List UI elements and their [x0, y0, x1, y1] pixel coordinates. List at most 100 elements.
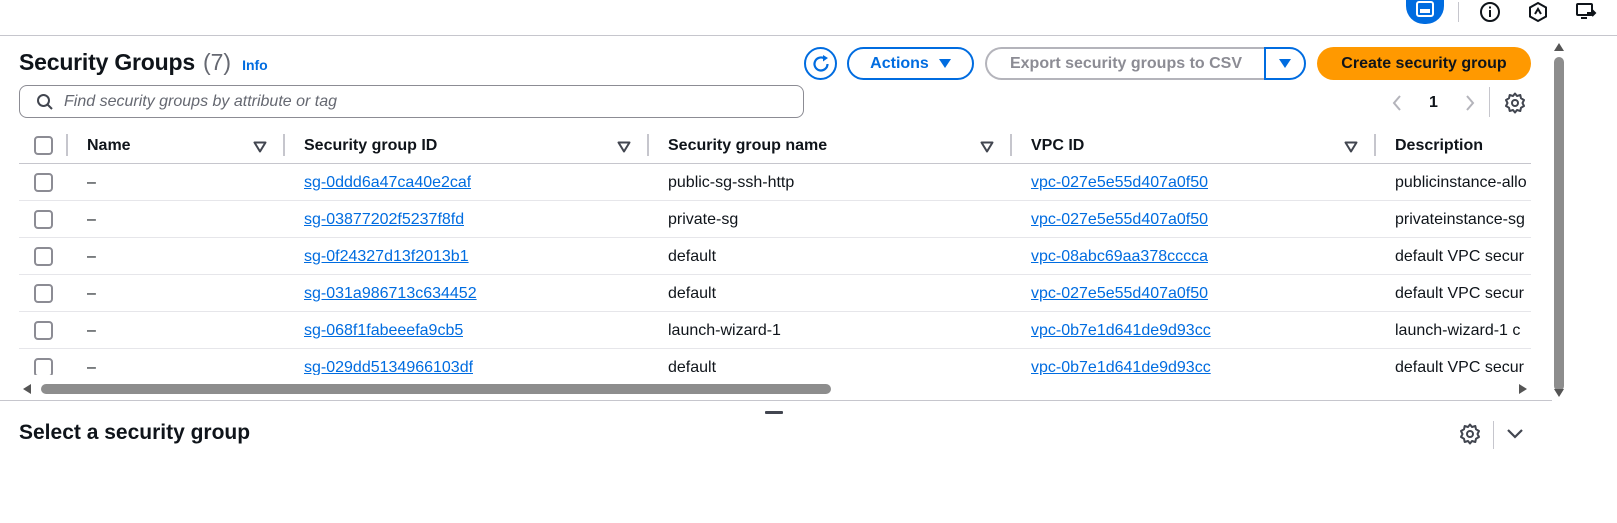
table-row[interactable]: – sg-0ddd6a47ca40e2caf public-sg-ssh-htt…: [19, 164, 1531, 201]
cell-name: –: [87, 247, 96, 265]
security-groups-panel: Security Groups (7) Info Actions Export …: [0, 37, 1600, 413]
table-row[interactable]: – sg-029dd5134966103df default vpc-0b7e1…: [19, 349, 1531, 375]
export-options-dropdown[interactable]: [1264, 47, 1306, 80]
cell-name: –: [87, 321, 96, 339]
refresh-icon: [812, 54, 829, 72]
cell-vpc-id[interactable]: vpc-0b7e1d641de9d93cc: [1031, 312, 1211, 349]
cell-security-group-id[interactable]: sg-0ddd6a47ca40e2caf: [304, 164, 471, 201]
cell-description: launch-wizard-1 c: [1395, 321, 1521, 339]
cell-vpc-id[interactable]: vpc-027e5e55d407a0f50: [1031, 201, 1208, 238]
actions-dropdown-button[interactable]: Actions: [847, 47, 974, 80]
cell-name: –: [87, 284, 96, 302]
cell-name: –: [87, 173, 96, 191]
security-groups-table: Name Security group ID Security group na…: [19, 128, 1531, 375]
vertical-scrollbar[interactable]: [1552, 37, 1567, 401]
scroll-up-icon[interactable]: [1554, 43, 1564, 51]
cell-security-group-id[interactable]: sg-031a986713c634452: [304, 275, 477, 312]
sort-caret-icon[interactable]: [617, 141, 631, 153]
screen-share-icon[interactable]: [1569, 0, 1603, 24]
column-header-security-group-name[interactable]: Security group name: [668, 128, 827, 164]
sort-caret-icon[interactable]: [1344, 141, 1358, 153]
create-label: Create security group: [1341, 54, 1507, 72]
info-circle-icon[interactable]: [1473, 0, 1507, 24]
cell-vpc-id[interactable]: vpc-027e5e55d407a0f50: [1031, 275, 1208, 312]
actions-label: Actions: [870, 54, 929, 72]
select-all-checkbox[interactable]: [34, 136, 53, 155]
column-divider: [283, 134, 285, 156]
previous-page-icon[interactable]: [1385, 91, 1409, 115]
sort-caret-icon[interactable]: [253, 141, 267, 153]
cell-name: –: [87, 358, 96, 376]
top-icon-group: [1406, 0, 1603, 24]
refresh-button[interactable]: [804, 47, 837, 80]
pagination: 1: [1385, 89, 1482, 117]
info-link[interactable]: Info: [242, 57, 268, 73]
column-divider: [647, 134, 649, 156]
details-separator: [1493, 421, 1494, 449]
cell-security-group-name: default: [668, 358, 717, 376]
split-panel-divider: [0, 400, 1552, 401]
export-csv-label: Export security groups to CSV: [1009, 54, 1243, 72]
horizontal-scrollbar[interactable]: [19, 383, 1531, 395]
table-row[interactable]: – sg-03877202f5237f8fd private-sg vpc-02…: [19, 201, 1531, 238]
cell-security-group-id[interactable]: sg-029dd5134966103df: [304, 349, 473, 376]
table-header: Name Security group ID Security group na…: [19, 128, 1531, 164]
cell-security-group-name: launch-wizard-1: [668, 321, 781, 339]
row-checkbox[interactable]: [34, 321, 53, 340]
cell-description: privateinstance-sg: [1395, 210, 1525, 228]
caret-down-icon: [938, 59, 951, 68]
cell-vpc-id[interactable]: vpc-08abc69aa378cccca: [1031, 238, 1208, 275]
panel-layout-icon[interactable]: [1406, 0, 1444, 24]
details-panel-title: Select a security group: [19, 421, 251, 444]
column-divider: [1010, 134, 1012, 156]
next-page-icon[interactable]: [1458, 91, 1482, 115]
column-header-name[interactable]: Name: [87, 128, 131, 164]
caret-down-icon: [1279, 59, 1291, 68]
split-panel-resize-handle[interactable]: [765, 411, 783, 414]
pager-separator: [1489, 87, 1490, 117]
cell-security-group-id[interactable]: sg-068f1fabeeefa9cb5: [304, 312, 463, 349]
top-toolbar: [0, 0, 1617, 36]
chevron-down-icon[interactable]: [1503, 422, 1527, 446]
cell-security-group-name: default: [668, 247, 717, 265]
column-divider: [66, 134, 68, 156]
scroll-left-icon[interactable]: [23, 384, 31, 394]
row-checkbox[interactable]: [34, 358, 53, 375]
row-checkbox[interactable]: [34, 210, 53, 229]
row-checkbox[interactable]: [34, 173, 53, 192]
table-row[interactable]: – sg-0f24327d13f2013b1 default vpc-08abc…: [19, 238, 1531, 275]
export-csv-button[interactable]: Export security groups to CSV: [985, 47, 1265, 80]
current-page[interactable]: 1: [1429, 94, 1438, 112]
cell-security-group-id[interactable]: sg-0f24327d13f2013b1: [304, 238, 469, 275]
cell-security-group-name: private-sg: [668, 210, 739, 228]
cell-vpc-id[interactable]: vpc-0b7e1d641de9d93cc: [1031, 349, 1211, 376]
cell-description: publicinstance-allo: [1395, 173, 1527, 191]
search-bar[interactable]: [19, 85, 804, 118]
cell-name: –: [87, 210, 96, 228]
cell-description: default VPC secur: [1395, 284, 1524, 302]
column-header-security-group-id[interactable]: Security group ID: [304, 128, 437, 164]
split-panel-settings-icon[interactable]: [1458, 422, 1482, 446]
cell-vpc-id[interactable]: vpc-027e5e55d407a0f50: [1031, 164, 1208, 201]
scroll-right-icon[interactable]: [1519, 384, 1527, 394]
panel-header: Security Groups (7) Info: [19, 49, 268, 76]
top-separator: [1458, 2, 1459, 22]
row-checkbox[interactable]: [34, 247, 53, 266]
vertical-scroll-thumb[interactable]: [1554, 57, 1564, 391]
table-row[interactable]: – sg-068f1fabeeefa9cb5 launch-wizard-1 v…: [19, 312, 1531, 349]
column-header-vpc-id[interactable]: VPC ID: [1031, 128, 1084, 164]
horizontal-scroll-thumb[interactable]: [41, 384, 831, 394]
search-input[interactable]: [64, 92, 784, 111]
scroll-down-icon[interactable]: [1554, 389, 1564, 397]
column-header-description[interactable]: Description: [1395, 128, 1483, 164]
search-icon: [37, 93, 53, 110]
sort-caret-icon[interactable]: [980, 141, 994, 153]
shield-hex-icon[interactable]: [1521, 0, 1555, 24]
create-security-group-button[interactable]: Create security group: [1317, 47, 1531, 80]
cell-description: default VPC secur: [1395, 358, 1524, 376]
cell-security-group-id[interactable]: sg-03877202f5237f8fd: [304, 201, 464, 238]
settings-gear-icon[interactable]: [1503, 91, 1527, 115]
table-row[interactable]: – sg-031a986713c634452 default vpc-027e5…: [19, 275, 1531, 312]
row-checkbox[interactable]: [34, 284, 53, 303]
group-count: (7): [202, 49, 232, 75]
